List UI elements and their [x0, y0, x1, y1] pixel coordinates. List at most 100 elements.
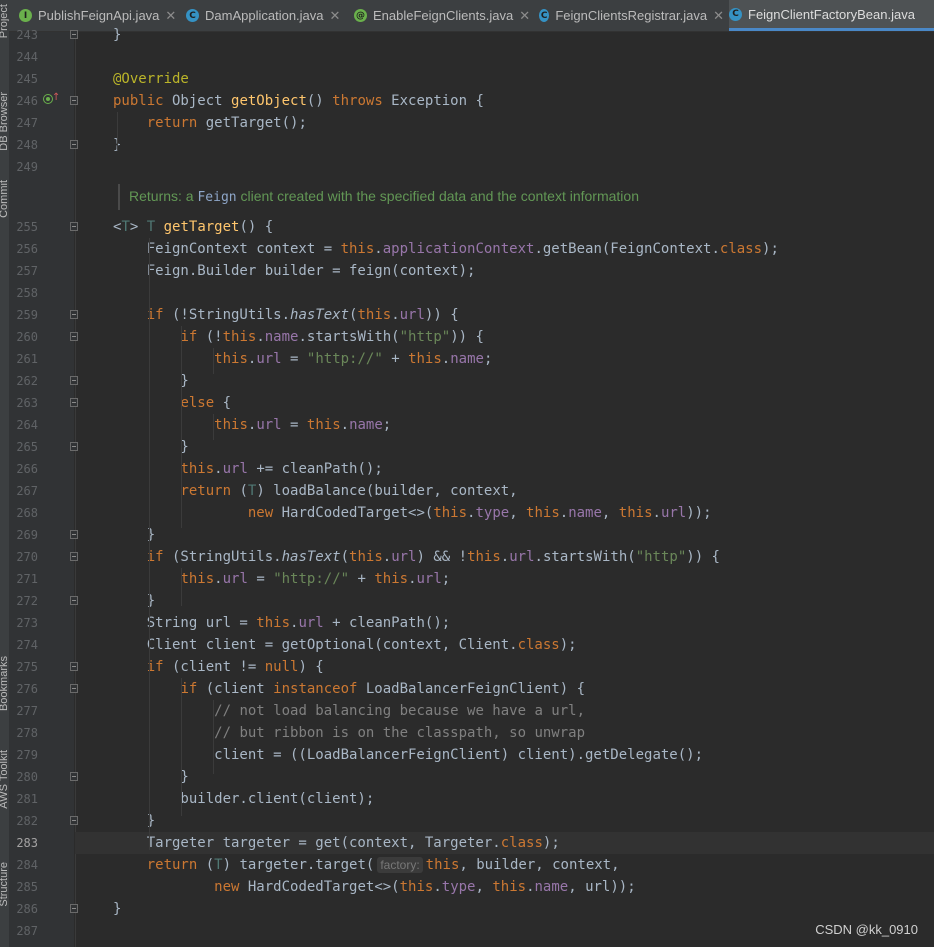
code-text: new HardCodedTarget<>(this.type, this.na…: [247, 505, 712, 521]
fold-marker-icon[interactable]: [70, 662, 78, 671]
fold-marker-icon[interactable]: [70, 772, 78, 781]
tab-label: FeignClientsRegistrar.java: [555, 8, 708, 23]
code-text: new HardCodedTarget<>(this.type, this.na…: [214, 879, 636, 895]
code-line[interactable]: 257 Feign.Builder builder = feign(contex…: [0, 260, 934, 282]
code-line[interactable]: 283 Targeter targeter = get(context, Tar…: [0, 832, 934, 854]
code-line[interactable]: 255 <T> T getTarget() {: [0, 216, 934, 238]
code-line[interactable]: 256 FeignContext context = this.applicat…: [0, 238, 934, 260]
code-line[interactable]: 247 return getTarget();: [0, 112, 934, 134]
line-number: 286: [16, 902, 38, 916]
code-line[interactable]: 269 }: [0, 524, 934, 546]
code-text: FeignContext context = this.applicationC…: [113, 241, 779, 257]
code-text: if (client != null) {: [146, 659, 324, 675]
line-number: 264: [16, 418, 38, 432]
parameter-hint: factory:: [377, 857, 423, 873]
fold-marker-icon[interactable]: [70, 442, 78, 451]
code-line[interactable]: 265 }: [0, 436, 934, 458]
code-line[interactable]: 262 }: [0, 370, 934, 392]
line-number: 275: [16, 660, 38, 674]
line-number: 269: [16, 528, 38, 542]
line-number: 273: [16, 616, 38, 630]
line-number: 249: [16, 160, 38, 174]
code-line[interactable]: 278 // but ribbon is on the classpath, s…: [0, 722, 934, 744]
fold-marker-icon[interactable]: [70, 376, 78, 385]
line-number: 280: [16, 770, 38, 784]
fold-marker-icon[interactable]: [70, 596, 78, 605]
code-line[interactable]: 281 builder.client(client);: [0, 788, 934, 810]
code-line[interactable]: 260 if (!this.name.startsWith("http")) {: [0, 326, 934, 348]
close-tab-icon[interactable]: ✕: [519, 8, 530, 24]
fold-marker-icon[interactable]: [70, 398, 78, 407]
line-number: 255: [16, 220, 38, 234]
line-number: 267: [16, 484, 38, 498]
fold-marker-icon[interactable]: [70, 684, 78, 693]
line-number: 272: [16, 594, 38, 608]
code-line[interactable]: 285 new HardCodedTarget<>(this.type, thi…: [0, 876, 934, 898]
code-line[interactable]: 263 else {: [0, 392, 934, 414]
fold-marker-icon[interactable]: [70, 530, 78, 539]
code-text: builder.client(client);: [113, 791, 375, 807]
code-line[interactable]: 259 if (!StringUtils.hasText(this.url)) …: [0, 304, 934, 326]
code-line[interactable]: 282 }: [0, 810, 934, 832]
line-number: 259: [16, 308, 38, 322]
code-line[interactable]: 284 return (T) targeter.target(factory: t…: [0, 854, 934, 876]
code-line[interactable]: 248}: [0, 134, 934, 156]
fold-marker-icon[interactable]: [70, 332, 78, 341]
code-line[interactable]: 280 }: [0, 766, 934, 788]
line-number: 258: [16, 286, 38, 300]
fold-marker-icon[interactable]: [70, 222, 78, 231]
code-line[interactable]: 245 @Override: [0, 68, 934, 90]
code-line[interactable]: 286}: [0, 898, 934, 920]
code-text: client = ((LoadBalancerFeignClient) clie…: [113, 747, 704, 763]
close-tab-icon[interactable]: ✕: [165, 8, 176, 24]
code-line[interactable]: 276 if (client instanceof LoadBalancerFe…: [0, 678, 934, 700]
code-text: }: [113, 439, 189, 455]
code-text: if (!StringUtils.hasText(this.url)) {: [146, 307, 459, 323]
fold-marker-icon[interactable]: [70, 96, 78, 105]
tab-label: EnableFeignClients.java: [373, 8, 514, 23]
fold-marker-icon[interactable]: [70, 30, 78, 39]
close-tab-icon[interactable]: ✕: [713, 8, 724, 24]
code-line[interactable]: 272 }: [0, 590, 934, 612]
class-file-icon: C: [186, 9, 199, 22]
code-line[interactable]: 243}: [0, 24, 934, 46]
code-text: public Object getObject() throws Excepti…: [113, 93, 484, 109]
fold-marker-icon[interactable]: [70, 904, 78, 913]
tab-label: DamApplication.java: [205, 8, 324, 23]
code-line[interactable]: 287: [0, 920, 934, 942]
fold-marker-icon[interactable]: [70, 552, 78, 561]
doc-comment-prefix: Returns: a: [129, 188, 194, 204]
code-text: @Override: [113, 71, 189, 87]
code-line[interactable]: 273 String url = this.url + cleanPath();: [0, 612, 934, 634]
line-number: 271: [16, 572, 38, 586]
code-line[interactable]: 246 public Object getObject() throws Exce…: [0, 90, 934, 112]
code-line[interactable]: 275 if (client != null) {: [0, 656, 934, 678]
code-line[interactable]: 274 Client client = getOptional(context,…: [0, 634, 934, 656]
fold-marker-icon[interactable]: [70, 816, 78, 825]
code-line[interactable]: 270 if (StringUtils.hasText(this.url) &&…: [0, 546, 934, 568]
rendered-doc-comment: Returns: a Feign client created with the…: [118, 184, 934, 210]
code-line[interactable]: 261 this.url = "http://" + this.name;: [0, 348, 934, 370]
code-line[interactable]: 249: [0, 156, 934, 178]
line-number: 244: [16, 50, 38, 64]
code-line[interactable]: 279 client = ((LoadBalancerFeignClient) …: [0, 744, 934, 766]
code-line[interactable]: 266 this.url += cleanPath();: [0, 458, 934, 480]
line-number: 266: [16, 462, 38, 476]
line-number: 285: [16, 880, 38, 894]
line-number: 263: [16, 396, 38, 410]
line-number: 248: [16, 138, 38, 152]
code-line[interactable]: 258: [0, 282, 934, 304]
override-arrow-icon[interactable]: ↑: [52, 92, 60, 103]
fold-marker-icon[interactable]: [70, 310, 78, 319]
code-line[interactable]: 271 this.url = "http://" + this.url;: [0, 568, 934, 590]
code-text: }: [113, 27, 122, 43]
line-number: 247: [16, 116, 38, 130]
fold-marker-icon[interactable]: [70, 140, 78, 149]
code-line[interactable]: 268 new HardCodedTarget<>(this.type, thi…: [0, 502, 934, 524]
code-line[interactable]: 244: [0, 46, 934, 68]
code-line[interactable]: 267 return (T) loadBalance(builder, cont…: [0, 480, 934, 502]
code-text: this.url = this.name;: [214, 417, 392, 433]
code-line[interactable]: 277 // not load balancing because we hav…: [0, 700, 934, 722]
code-line[interactable]: 264 this.url = this.name;: [0, 414, 934, 436]
close-tab-icon[interactable]: ✕: [330, 8, 341, 24]
